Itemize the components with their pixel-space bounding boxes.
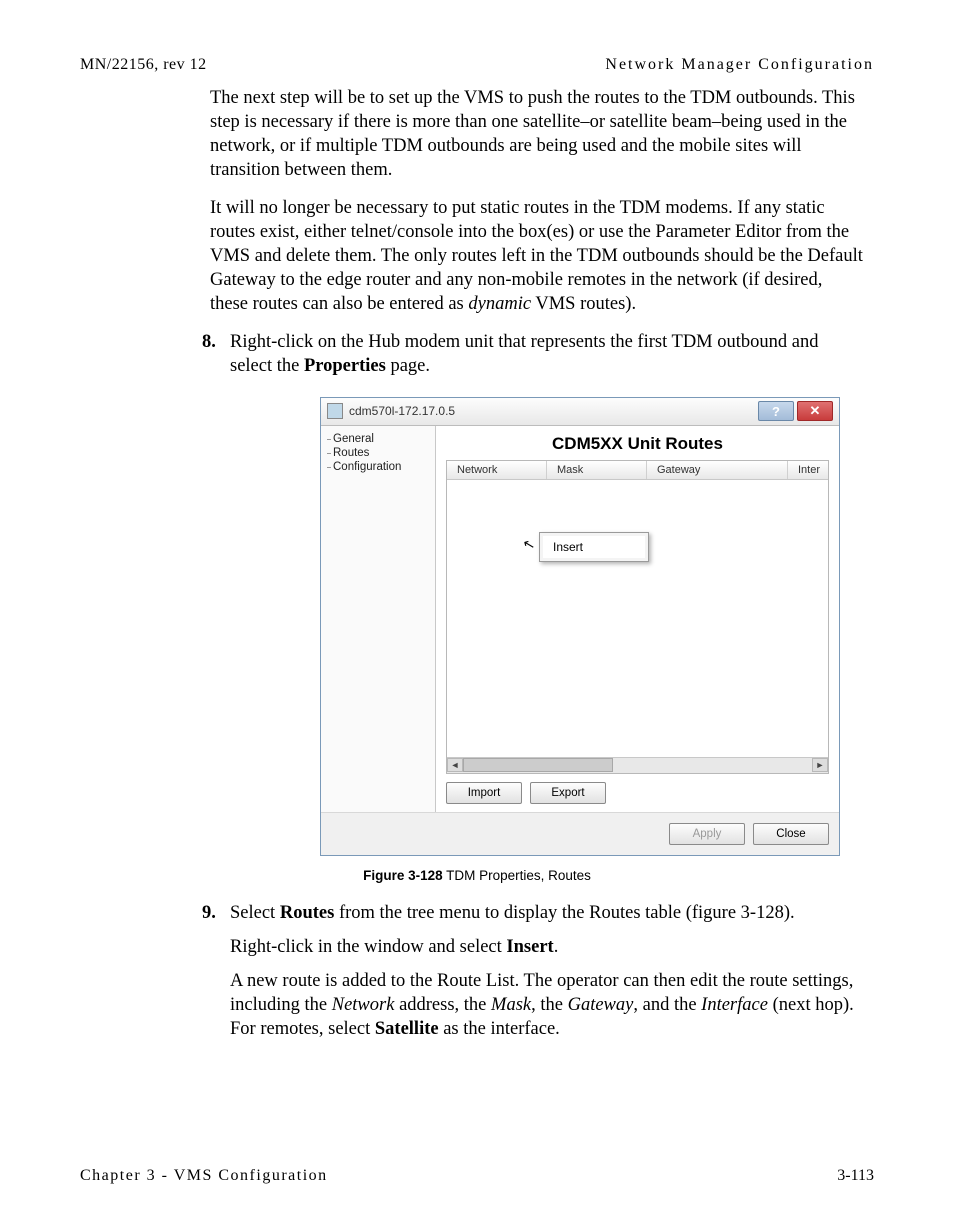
app-icon	[327, 403, 343, 419]
section-title: Network Manager Configuration	[605, 56, 874, 74]
table-header: Network Mask Gateway Inter	[447, 461, 828, 480]
scroll-right-icon[interactable]: ►	[812, 758, 828, 772]
properties-dialog: cdm570l-172.17.0.5 ? ✕ General Routes Co…	[320, 397, 840, 856]
titlebar[interactable]: cdm570l-172.17.0.5 ? ✕	[321, 398, 839, 426]
chapter-footer: Chapter 3 - VMS Configuration	[80, 1167, 328, 1185]
doc-id: MN/22156, rev 12	[80, 56, 207, 74]
import-button[interactable]: Import	[446, 782, 522, 804]
routes-table[interactable]: Network Mask Gateway Inter ↖ Insert ◄	[446, 460, 829, 774]
scroll-thumb[interactable]	[463, 758, 613, 772]
col-inter[interactable]: Inter	[788, 461, 828, 479]
cursor-icon: ↖	[521, 534, 537, 553]
help-button[interactable]: ?	[758, 401, 794, 421]
tree-menu: General Routes Configuration	[321, 426, 436, 812]
tree-routes[interactable]: Routes	[325, 446, 431, 460]
tree-configuration[interactable]: Configuration	[325, 460, 431, 474]
close-dialog-button[interactable]: Close	[753, 823, 829, 845]
step-9: 9. Select Routes from the tree menu to d…	[210, 901, 864, 1041]
panel-title: CDM5XX Unit Routes	[446, 434, 829, 454]
col-gateway[interactable]: Gateway	[647, 461, 788, 479]
context-menu: Insert	[539, 532, 649, 562]
step-8-number: 8.	[202, 330, 216, 354]
scroll-track[interactable]	[463, 758, 812, 773]
paragraph-1: The next step will be to set up the VMS …	[210, 86, 864, 182]
table-body[interactable]: ↖ Insert	[447, 480, 828, 757]
menu-insert[interactable]: Insert	[543, 536, 645, 558]
page-number: 3-113	[837, 1167, 874, 1185]
col-network[interactable]: Network	[447, 461, 547, 479]
apply-button[interactable]: Apply	[669, 823, 745, 845]
horizontal-scrollbar[interactable]: ◄ ►	[447, 757, 828, 773]
step-8: 8. Right-click on the Hub modem unit tha…	[210, 330, 864, 378]
scroll-left-icon[interactable]: ◄	[447, 758, 463, 772]
export-button[interactable]: Export	[530, 782, 606, 804]
close-button[interactable]: ✕	[797, 401, 833, 421]
window-title: cdm570l-172.17.0.5	[349, 404, 755, 418]
figure-caption: Figure 3-128 TDM Properties, Routes	[80, 868, 874, 883]
step-9-number: 9.	[202, 901, 216, 925]
tree-general[interactable]: General	[325, 432, 431, 446]
paragraph-2: It will no longer be necessary to put st…	[210, 196, 864, 316]
col-mask[interactable]: Mask	[547, 461, 647, 479]
